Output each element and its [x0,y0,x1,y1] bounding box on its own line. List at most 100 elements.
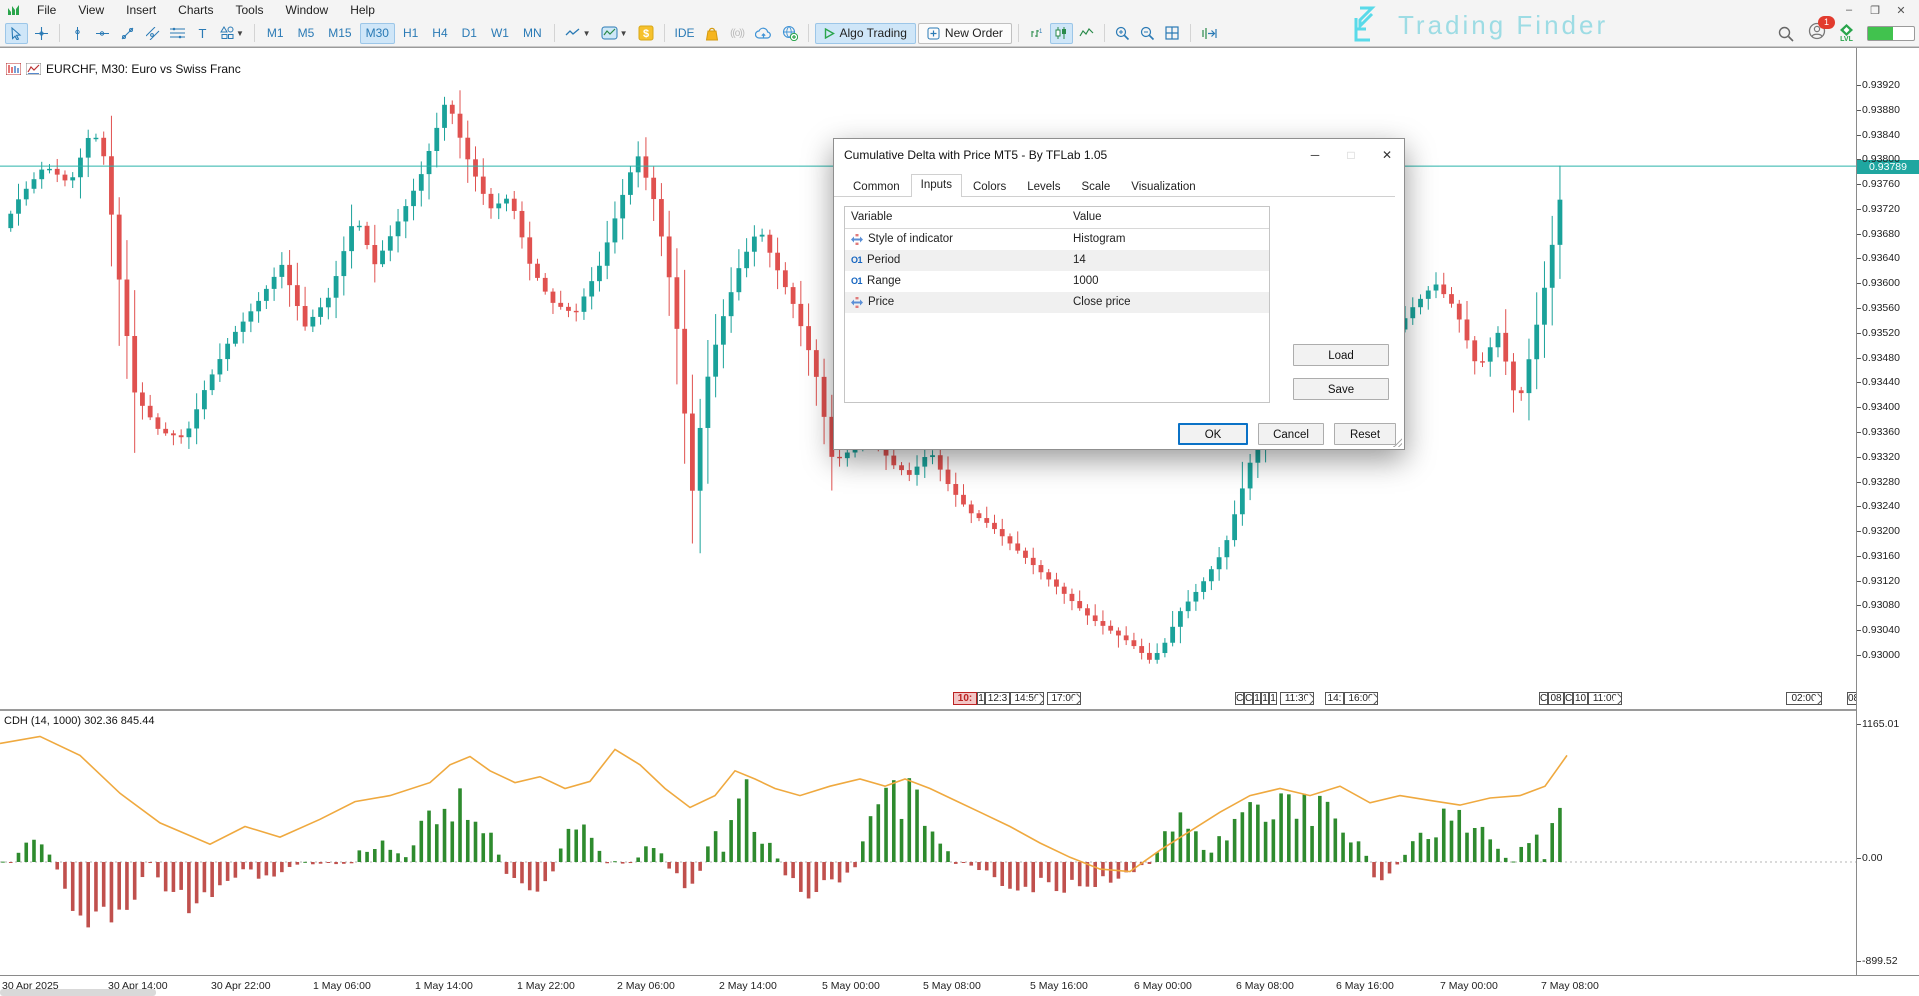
zoom-out-button[interactable] [1136,23,1159,44]
tab-inputs[interactable]: Inputs [911,174,962,197]
tile-windows-button[interactable] [1161,23,1184,44]
chart-template-button[interactable]: ▼ [561,23,595,44]
tab-levels[interactable]: Levels [1017,176,1070,197]
load-button[interactable]: Load [1293,344,1389,366]
community-button[interactable] [778,23,802,44]
menu-window[interactable]: Window [275,1,340,19]
cdh-histogram-bar [280,862,284,872]
window-minimize-button[interactable]: – [1839,4,1859,17]
template-dropdown-caret[interactable]: ▼ [583,29,591,38]
cancel-button[interactable]: Cancel [1258,423,1324,445]
cloud-button[interactable] [751,23,776,44]
shapes-tool-button[interactable]: ▼ [216,23,248,44]
cdh-histogram-bar [1062,862,1066,893]
cdh-histogram-bar [512,862,516,878]
ide-button[interactable]: IDE [671,23,699,44]
search-icon[interactable] [1778,26,1794,42]
zoom-in-button[interactable] [1111,23,1134,44]
menu-file[interactable]: File [26,1,67,19]
cdh-histogram-bar [334,862,338,864]
ok-button[interactable]: OK [1178,423,1248,445]
menu-view[interactable]: View [67,1,115,19]
cdh-histogram-bar [1055,862,1059,891]
timeframe-m1[interactable]: M1 [261,23,290,44]
market-button[interactable] [701,23,724,44]
signals-button[interactable]: ((o)) [726,23,749,44]
timeframe-m30[interactable]: M30 [360,23,395,44]
cdh-histogram-bar [1334,819,1338,862]
channel-tool-button[interactable] [141,23,164,44]
price-axis[interactable]: 0.93789 0.939200.938800.938400.938000.93… [1856,48,1919,975]
parameter-value[interactable]: Close price [1067,292,1269,313]
crosshair-tool-button[interactable] [30,23,53,44]
algo-trading-button[interactable]: Algo Trading [815,23,916,44]
parameter-name-cell: O1Range [845,271,1067,292]
cdh-histogram-bar [1457,810,1461,862]
timeframe-h1[interactable]: H1 [397,23,424,44]
timeframe-w1[interactable]: W1 [485,23,515,44]
tab-common[interactable]: Common [843,176,910,197]
menu-tools[interactable]: Tools [225,1,275,19]
dialog-minimize-button[interactable]: ─ [1308,148,1322,162]
horizontal-line-tool-button[interactable] [91,23,114,44]
cdh-histogram-bar [644,846,648,862]
menu-charts[interactable]: Charts [167,1,224,19]
dialog-close-button[interactable]: ✕ [1380,148,1394,162]
cursor-tool-button[interactable] [5,23,28,44]
cdh-histogram-bar [722,852,726,862]
cdh-histogram-bar [791,862,795,878]
trendline-tool-button[interactable] [116,23,139,44]
window-close-button[interactable]: ✕ [1891,4,1911,17]
parameter-row[interactable]: O1Range1000 [845,271,1269,292]
dialog-maximize-button[interactable]: □ [1344,148,1358,162]
dialog-resize-grip[interactable] [1393,438,1402,447]
timeframe-h4[interactable]: H4 [426,23,453,44]
timeframe-m5[interactable]: M5 [292,23,321,44]
fibonacci-tool-button[interactable] [166,23,189,44]
price-tick: 0.93640 [1862,252,1900,264]
menu-help[interactable]: Help [339,1,386,19]
line-chart-button[interactable] [1075,23,1098,44]
profile-notifications[interactable]: 1 [1808,22,1826,45]
parameter-row[interactable]: Style of indicatorHistogram [845,229,1269,250]
tick-chart-button[interactable]: 1 [1025,23,1048,44]
horizontal-scrollbar[interactable] [0,989,156,996]
cdh-histogram-bar [830,862,834,879]
cdh-indicator-chart[interactable] [0,711,1856,975]
chart-shift-button[interactable] [1197,23,1221,44]
parameter-value[interactable]: 1000 [1067,271,1269,292]
parameter-row[interactable]: PriceClose price [845,292,1269,313]
level-indicator[interactable]: LVL [1840,24,1853,43]
parameter-value[interactable]: 14 [1067,250,1269,271]
cdh-histogram-bar [1426,839,1430,862]
save-button[interactable]: Save [1293,378,1389,400]
parameter-row[interactable]: O1Period14 [845,250,1269,271]
text-tool-button[interactable]: T [191,23,214,44]
cdh-histogram-bar [574,830,578,862]
window-restore-button[interactable]: ❐ [1865,4,1885,17]
new-order-button[interactable]: New Order [918,23,1012,44]
tab-visualization[interactable]: Visualization [1121,176,1205,197]
dollar-symbols-button[interactable]: $ [634,23,658,44]
candlestick-chart-button[interactable] [1050,23,1073,44]
tab-colors[interactable]: Colors [963,176,1016,197]
indicators-button[interactable]: ▼ [597,23,632,44]
reset-button[interactable]: Reset [1334,423,1396,445]
parameters-table[interactable]: VariableValueStyle of indicatorHistogram… [844,206,1270,403]
menu-insert[interactable]: Insert [115,1,167,19]
timeframe-mn[interactable]: MN [517,23,548,44]
tab-scale[interactable]: Scale [1071,176,1120,197]
timeframe-m15[interactable]: M15 [322,23,357,44]
shapes-dropdown-caret[interactable]: ▼ [236,29,244,38]
parameter-name-cell: Style of indicator [845,229,1067,250]
parameter-name-cell: Price [845,292,1067,313]
enum-param-icon [851,234,863,245]
time-tick: 1 May 14:00 [415,980,473,992]
indicators-dropdown-caret[interactable]: ▼ [620,29,628,38]
timeframe-d1[interactable]: D1 [456,23,483,44]
parameter-value[interactable]: Histogram [1067,229,1269,250]
dialog-title-bar[interactable]: Cumulative Delta with Price MT5 - By TFL… [834,139,1404,171]
time-axis[interactable]: 30 Apr 202530 Apr 14:0030 Apr 22:001 May… [0,975,1919,996]
indicator-settings-dialog: Cumulative Delta with Price MT5 - By TFL… [833,138,1405,450]
vertical-line-tool-button[interactable] [66,23,89,44]
